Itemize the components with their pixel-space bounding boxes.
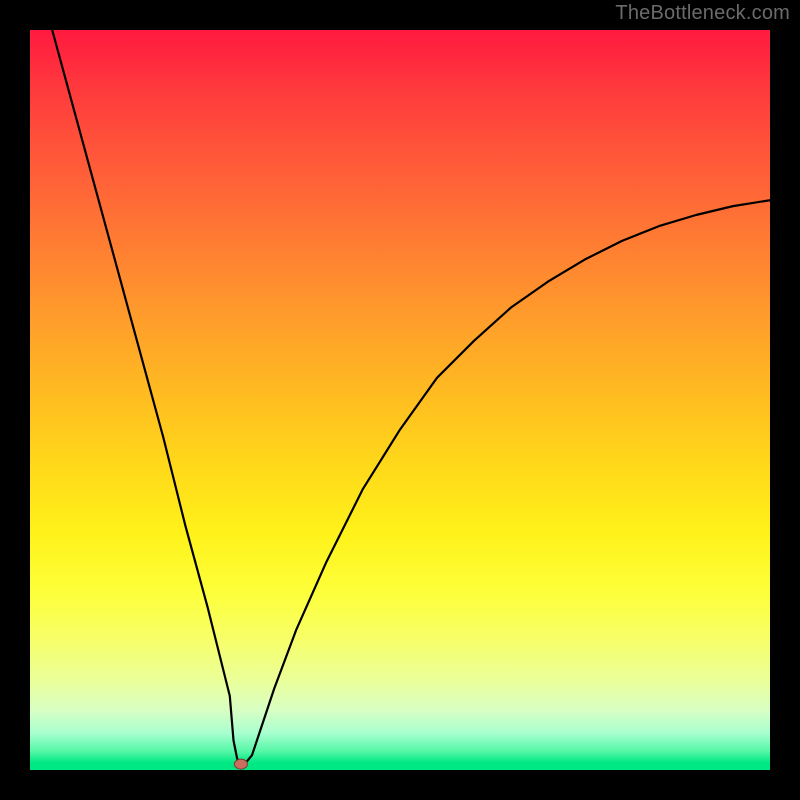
bottleneck-curve [52, 30, 770, 764]
curve-layer [30, 30, 770, 770]
chart-frame: TheBottleneck.com [0, 0, 800, 800]
optimum-marker [234, 759, 247, 769]
plot-area [30, 30, 770, 770]
attribution-text: TheBottleneck.com [615, 2, 790, 25]
